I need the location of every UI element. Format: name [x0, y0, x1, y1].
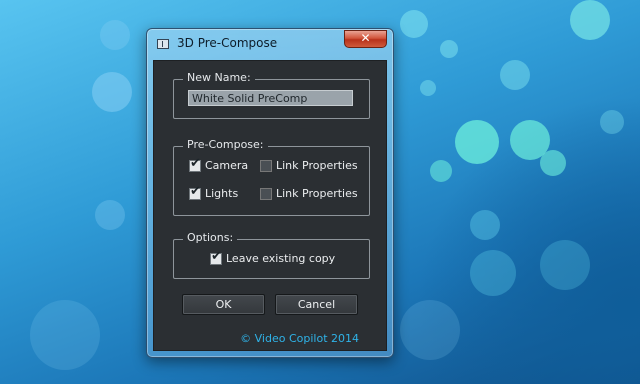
- camera-label: Camera: [205, 159, 249, 172]
- camera-checkbox[interactable]: ✔ Camera: [189, 155, 249, 172]
- leave-copy-label: Leave existing copy: [226, 252, 336, 265]
- lights-checkbox-box[interactable]: ✔: [189, 183, 201, 200]
- ok-button[interactable]: OK: [182, 294, 265, 315]
- lights-checkbox[interactable]: ✔ Lights: [189, 183, 239, 200]
- lights-link-label: Link Properties: [276, 187, 358, 200]
- leave-existing-copy-checkbox[interactable]: ✔ Leave existing copy: [210, 248, 336, 265]
- title-bar[interactable]: 3D Pre-Compose ✕: [147, 29, 393, 59]
- options-legend: Options:: [183, 231, 238, 244]
- camera-link-properties-checkbox[interactable]: Link Properties: [260, 159, 358, 172]
- new-name-legend: New Name:: [183, 71, 255, 84]
- lights-link-properties-checkbox[interactable]: Link Properties: [260, 187, 358, 200]
- name-input[interactable]: [188, 90, 353, 106]
- lights-label: Lights: [205, 187, 239, 200]
- camera-checkbox-box[interactable]: ✔: [189, 155, 201, 172]
- options-group: Options: ✔ Leave existing copy: [173, 231, 370, 279]
- pre-compose-group: Pre-Compose: ✔ Camera Link Properties ✔ …: [173, 138, 370, 216]
- check-icon: ✔: [211, 248, 222, 264]
- pre-compose-legend: Pre-Compose:: [183, 138, 268, 151]
- window-icon: [157, 39, 169, 49]
- camera-link-label: Link Properties: [276, 159, 358, 172]
- lights-link-checkbox-box[interactable]: [260, 187, 272, 200]
- leave-copy-checkbox-box[interactable]: ✔: [210, 248, 222, 265]
- camera-link-checkbox-box[interactable]: [260, 159, 272, 172]
- close-icon: ✕: [360, 31, 371, 45]
- new-name-group: New Name:: [173, 71, 370, 119]
- check-icon: ✔: [190, 183, 201, 199]
- copyright-credit: © Video Copilot 2014: [240, 332, 359, 345]
- window-title: 3D Pre-Compose: [177, 36, 278, 50]
- cancel-button[interactable]: Cancel: [275, 294, 358, 315]
- check-icon: ✔: [190, 155, 201, 171]
- pre-compose-dialog: 3D Pre-Compose ✕ New Name: Pre-Compose: …: [146, 28, 394, 358]
- close-button[interactable]: ✕: [344, 30, 387, 48]
